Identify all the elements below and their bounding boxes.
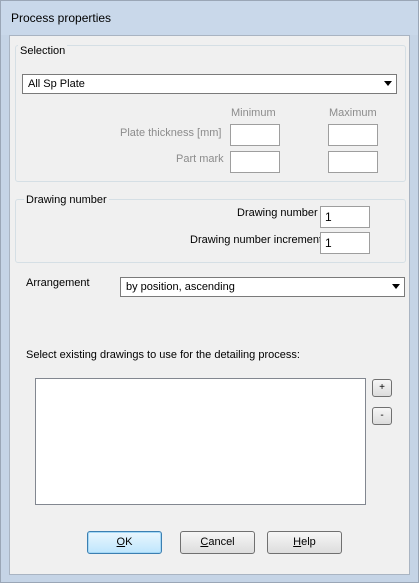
selection-group-label: Selection — [18, 45, 68, 57]
chevron-down-icon — [384, 81, 392, 86]
selection-filter-value: All Sp Plate — [28, 78, 85, 90]
arrangement-label: Arrangement — [26, 277, 90, 289]
drawing-number-increment-label: Drawing number increment — [190, 234, 323, 246]
minimum-column-header: Minimum — [231, 107, 276, 119]
dialog-title: Process properties — [11, 11, 112, 25]
part-mark-max-input[interactable] — [328, 151, 378, 173]
process-properties-dialog: Process properties Selection All Sp Plat… — [0, 0, 419, 583]
selection-filter-dropdown[interactable]: All Sp Plate — [22, 74, 397, 94]
drawing-number-label: Drawing number — [237, 207, 318, 219]
drawing-number-increment-input[interactable] — [320, 232, 370, 254]
drawing-number-group-label: Drawing number — [24, 194, 109, 206]
ok-button[interactable]: OK — [87, 531, 162, 554]
help-button-label: elp — [301, 536, 316, 548]
ok-button-mnemonic: O — [116, 536, 126, 548]
help-button[interactable]: Help — [267, 531, 342, 554]
maximum-column-header: Maximum — [329, 107, 377, 119]
add-drawing-button[interactable]: + — [372, 379, 392, 397]
arrangement-value: by position, ascending — [126, 281, 235, 293]
arrangement-dropdown[interactable]: by position, ascending — [120, 277, 405, 297]
existing-drawings-label: Select existing drawings to use for the … — [26, 349, 300, 361]
existing-drawings-list[interactable] — [35, 378, 366, 505]
title-bar[interactable]: Process properties — [1, 1, 418, 35]
cancel-button-label: ancel — [208, 536, 235, 548]
plate-thickness-label: Plate thickness [mm] — [120, 127, 222, 139]
part-mark-label: Part mark — [176, 153, 224, 165]
plate-thickness-max-input[interactable] — [328, 124, 378, 146]
plate-thickness-min-input[interactable] — [230, 124, 280, 146]
help-button-mnemonic: H — [293, 536, 302, 548]
ok-button-label: K — [125, 536, 133, 548]
dialog-client-area: Selection All Sp Plate Minimum Maximum P… — [9, 35, 410, 575]
cancel-button[interactable]: Cancel — [180, 531, 255, 554]
part-mark-min-input[interactable] — [230, 151, 280, 173]
drawing-number-input[interactable] — [320, 206, 370, 228]
remove-drawing-button[interactable]: - — [372, 407, 392, 425]
chevron-down-icon — [392, 284, 400, 289]
